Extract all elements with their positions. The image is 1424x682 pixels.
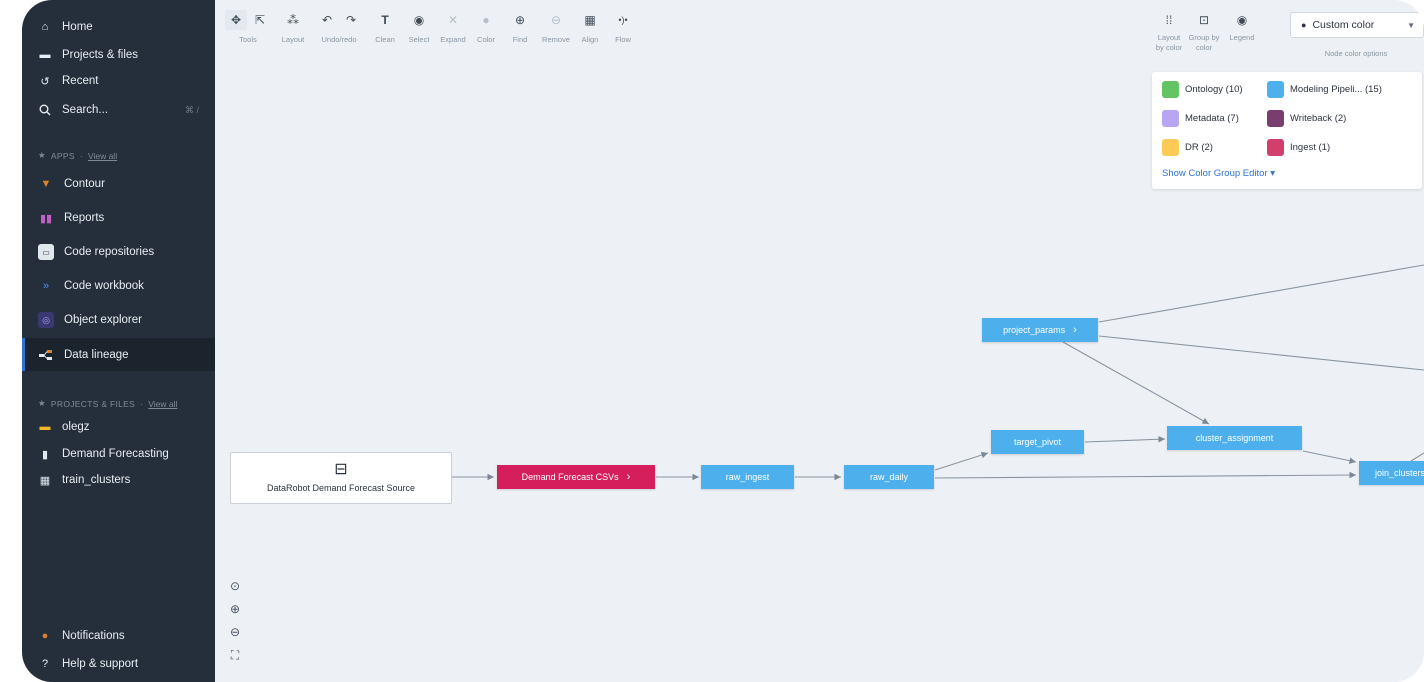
object-explorer-icon: ◎ bbox=[38, 312, 54, 328]
apps-view-all-link[interactable]: View all bbox=[88, 151, 117, 161]
sidebar-item-label: olegz bbox=[62, 421, 90, 433]
code-workbook-icon: » bbox=[42, 280, 50, 292]
sidebar-item-label: Data lineage bbox=[64, 348, 129, 361]
projects-section-header: ★ PROJECTS & FILES · View all bbox=[38, 398, 178, 409]
sidebar-item-home[interactable]: ⌂ Home bbox=[22, 12, 215, 42]
source-node-label: DataRobot Demand Forecast Source bbox=[266, 483, 416, 493]
sidebar-item-label: Help & support bbox=[62, 658, 139, 670]
sidebar-item-label: Code workbook bbox=[64, 280, 144, 292]
sidebar-item-label: Recent bbox=[62, 75, 99, 87]
edge bbox=[1098, 335, 1424, 371]
node-join-clusters[interactable]: join_clusters bbox=[1359, 461, 1424, 485]
sidebar-item-search[interactable]: Search... ⌘ / bbox=[22, 95, 215, 125]
sidebar-item-notifications[interactable]: ● Notifications bbox=[22, 622, 215, 650]
chevron-right-icon[interactable]: › bbox=[627, 471, 631, 483]
apps-section-label: APPS bbox=[50, 150, 75, 161]
node-label: join_clusters bbox=[1375, 468, 1424, 478]
node-label: raw_daily bbox=[869, 472, 909, 482]
contour-icon: ▼ bbox=[40, 178, 52, 190]
history-icon: ↺ bbox=[40, 75, 50, 88]
projects-view-all-link[interactable]: View all bbox=[148, 399, 177, 409]
zoom-out-icon[interactable]: ⊖ bbox=[227, 624, 243, 640]
node-label: raw_ingest bbox=[725, 472, 770, 482]
node-project-params[interactable]: project_params › bbox=[982, 318, 1098, 342]
chevron-right-icon[interactable]: › bbox=[1073, 324, 1077, 336]
sidebar-item-label: Notifications bbox=[62, 630, 125, 642]
node-raw-daily[interactable]: raw_daily bbox=[844, 465, 934, 489]
sidebar-item-demand-forecasting[interactable]: ▮ Demand Forecasting bbox=[22, 441, 215, 467]
sidebar-item-label: train_clusters bbox=[62, 474, 131, 486]
sidebar-item-object-explorer[interactable]: ◎ Object explorer bbox=[22, 305, 215, 335]
node-label: target_pivot bbox=[1013, 437, 1062, 447]
sidebar-item-label: Projects & files bbox=[62, 49, 139, 61]
edge bbox=[1062, 341, 1210, 425]
projects-section-label: PROJECTS & FILES bbox=[50, 398, 136, 409]
edge bbox=[1410, 452, 1424, 462]
sidebar-item-train-clusters[interactable]: ▦ train_clusters bbox=[22, 467, 215, 493]
node-label: cluster_assignment bbox=[1195, 433, 1274, 443]
sidebar-item-contour[interactable]: ▼ Contour bbox=[22, 169, 215, 199]
home-icon: ⌂ bbox=[41, 21, 49, 33]
code-repositories-icon: ▭ bbox=[38, 244, 54, 260]
edge bbox=[934, 451, 989, 471]
reports-icon: ▮▮ bbox=[39, 212, 53, 225]
sidebar-item-label: Object explorer bbox=[64, 314, 142, 326]
document-icon: ▮ bbox=[41, 448, 49, 461]
sidebar-item-olegz[interactable]: ▬ olegz bbox=[22, 414, 215, 440]
zoom-in-icon[interactable]: ⊕ bbox=[227, 601, 243, 617]
app-window: ⌂ Home ▬ Projects & files ↺ Recent Searc… bbox=[22, 0, 1424, 682]
edge bbox=[1098, 264, 1424, 323]
sidebar-item-code-repositories[interactable]: ▭ Code repositories bbox=[22, 237, 215, 267]
recenter-icon[interactable]: ⊙ bbox=[227, 578, 243, 594]
sidebar-item-label: Code repositories bbox=[64, 246, 155, 258]
apps-section-header: ★ APPS · View all bbox=[38, 150, 118, 161]
search-icon bbox=[38, 103, 52, 117]
sidebar-item-code-workbook[interactable]: » Code workbook bbox=[22, 271, 215, 301]
node-target-pivot[interactable]: target_pivot bbox=[991, 430, 1084, 454]
lineage-canvas[interactable]: ✥ ⇱ Tools ⁂ Layout ↶ ↷ Undo/redo T Clean bbox=[215, 0, 1424, 682]
node-label: Demand Forecast CSVs bbox=[521, 472, 619, 482]
edge bbox=[1084, 435, 1166, 443]
help-icon: ? bbox=[41, 658, 49, 670]
folder-icon: ▬ bbox=[39, 421, 51, 433]
sidebar-item-label: Demand Forecasting bbox=[62, 448, 169, 460]
data-lineage-icon bbox=[38, 347, 54, 363]
sidebar: ⌂ Home ▬ Projects & files ↺ Recent Searc… bbox=[22, 0, 215, 682]
search-shortcut: ⌘ / bbox=[184, 104, 199, 115]
folder-icon: ▬ bbox=[39, 49, 51, 61]
node-raw-ingest[interactable]: raw_ingest bbox=[701, 465, 794, 489]
node-demand-forecast-csvs[interactable]: Demand Forecast CSVs › bbox=[497, 465, 655, 489]
edge bbox=[1302, 450, 1357, 464]
notifications-icon: ● bbox=[41, 630, 49, 642]
sidebar-item-recent[interactable]: ↺ Recent bbox=[22, 66, 215, 96]
fit-to-screen-icon[interactable]: ⛶ bbox=[227, 647, 243, 663]
sidebar-item-label: Contour bbox=[64, 178, 105, 190]
dataset-icon: ▦ bbox=[39, 474, 51, 487]
sidebar-item-reports[interactable]: ▮▮ Reports bbox=[22, 203, 215, 233]
source-icon: ⊟ bbox=[334, 461, 348, 478]
zoom-controls: ⊙ ⊕ ⊖ ⛶ bbox=[227, 578, 243, 670]
node-cluster-assignment[interactable]: cluster_assignment bbox=[1167, 426, 1302, 450]
lineage-edges bbox=[451, 264, 1424, 481]
sidebar-item-label: Home bbox=[62, 21, 93, 33]
sidebar-item-help[interactable]: ? Help & support bbox=[22, 650, 215, 678]
star-icon: ★ bbox=[38, 398, 46, 408]
datarobot-source-node[interactable]: ⊟ DataRobot Demand Forecast Source bbox=[230, 452, 452, 504]
sidebar-item-data-lineage[interactable]: Data lineage bbox=[22, 338, 215, 371]
sidebar-item-label: Reports bbox=[64, 212, 105, 224]
sidebar-item-label: Search... bbox=[62, 104, 109, 116]
edge bbox=[934, 471, 1357, 479]
star-icon: ★ bbox=[38, 150, 46, 160]
node-label: project_params bbox=[1003, 325, 1066, 335]
